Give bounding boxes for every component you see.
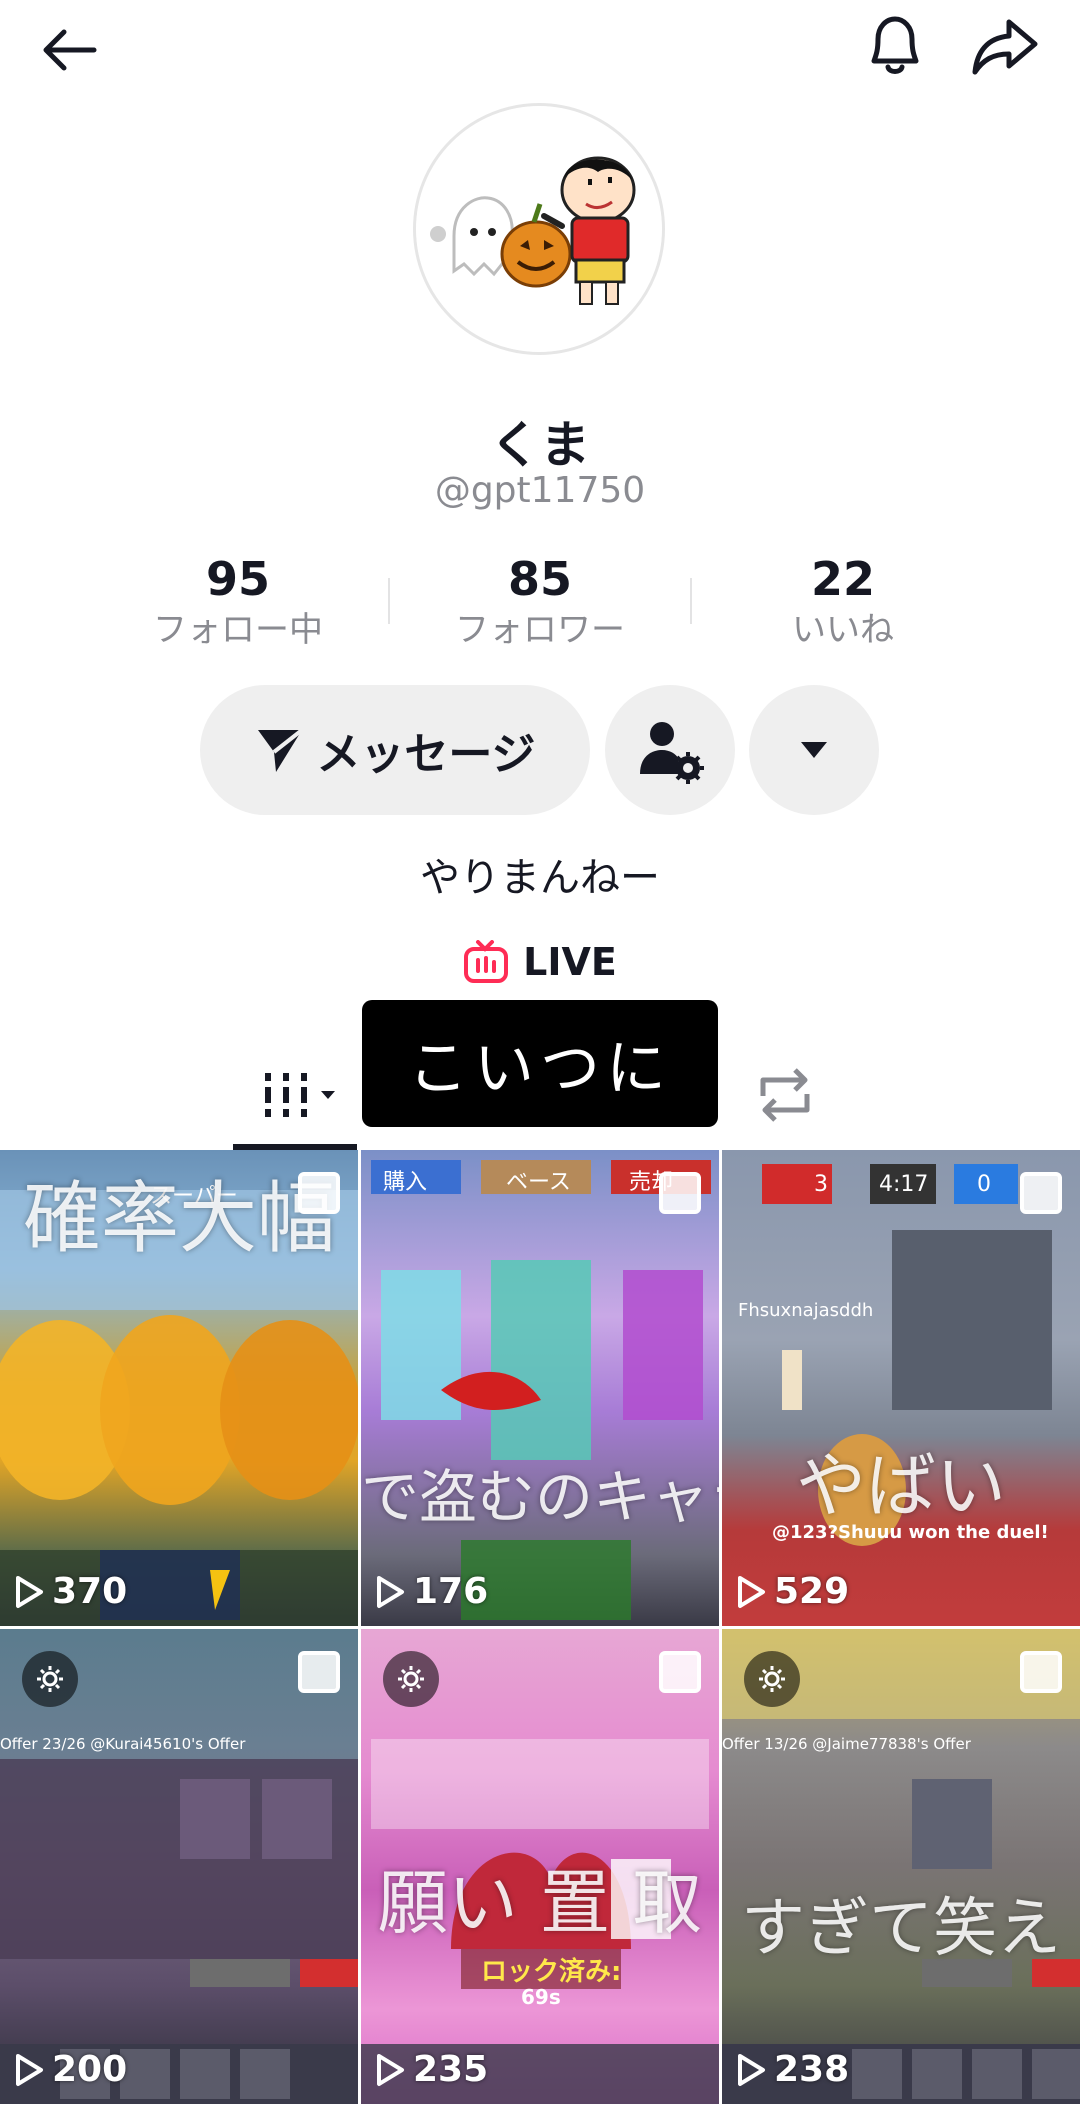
hud-score-blue: 0: [977, 1172, 991, 1197]
play-icon: [738, 1575, 765, 1608]
repost-icon: [760, 1068, 810, 1122]
play-count: 235: [375, 2049, 488, 2090]
play-count-value: 370: [52, 1571, 128, 1612]
settings-badge: [744, 1651, 800, 1707]
profile-stats: 95 フォロー中 85 フォロワー 22 いいね: [0, 550, 1080, 660]
likes-count: 22: [810, 552, 875, 606]
more-options-button[interactable]: [749, 685, 879, 815]
gear-icon: [398, 1666, 424, 1692]
bell-icon: [871, 16, 919, 74]
video-thumbnail[interactable]: 3 4:17 0 Fhsuxnajasddh @123?Shuuu won th…: [722, 1150, 1080, 1626]
caption-overlay: こいつに: [362, 1000, 718, 1127]
video-thumbnail[interactable]: スーパー 確率大幅 370: [0, 1150, 358, 1626]
video-caption: で盗むのキャラ: [361, 1463, 719, 1531]
hud-score-red: 3: [814, 1172, 828, 1197]
play-count-value: 529: [774, 1571, 850, 1612]
video-thumbnail[interactable]: Offer 23/26 @Kurai45610's Offer 200: [0, 1629, 358, 2104]
share-button[interactable]: [960, 6, 1050, 86]
following-label: フォロー中: [153, 610, 323, 650]
video-thumbnail[interactable]: ロック済み: 69s 願い 置 取 235: [361, 1629, 719, 2104]
play-count-value: 238: [774, 2049, 850, 2090]
settings-badge: [383, 1651, 439, 1707]
play-count: 370: [14, 1571, 127, 1612]
hud-timer: 69s: [521, 1985, 561, 2009]
grid-view-icon: [265, 1073, 335, 1117]
gear-icon: [37, 1666, 63, 1692]
play-count: 176: [375, 1571, 488, 1612]
follow-settings-button[interactable]: [605, 685, 735, 815]
profile-avatar[interactable]: [413, 103, 665, 355]
following-count: 95: [205, 552, 270, 606]
multi-photo-icon: [298, 1651, 340, 1693]
share-icon: [972, 19, 1038, 75]
top-bar: [0, 0, 1080, 100]
profile-handle: @gpt11750: [434, 470, 646, 511]
video-caption: すぎて笑え: [741, 1892, 1061, 1966]
content-tabs: こいつに: [0, 1000, 1080, 1150]
tab-reposts[interactable]: [745, 1060, 825, 1130]
video-thumbnail[interactable]: Offer 13/26 @Jaime77838's Offer すぎて笑え 23…: [722, 1629, 1080, 2104]
following-stat[interactable]: 95 フォロー中: [88, 550, 388, 652]
hud-lock: ロック済み:: [481, 1957, 622, 1987]
play-icon: [16, 2053, 43, 2086]
back-button[interactable]: [30, 10, 110, 90]
message-button-label: メッセージ: [316, 729, 536, 780]
chevron-down-icon: [801, 742, 827, 758]
play-count: 529: [736, 1571, 849, 1612]
tab-videos[interactable]: [255, 1060, 355, 1130]
likes-stat[interactable]: 22 いいね: [693, 550, 993, 652]
live-tv-icon: [464, 940, 509, 983]
play-icon: [377, 1575, 404, 1608]
play-count-value: 235: [413, 2049, 489, 2090]
video-caption: やばい: [796, 1445, 1006, 1527]
multi-photo-icon: [1020, 1651, 1062, 1693]
hud-tab: 購入: [383, 1170, 428, 1195]
stat-divider: [690, 578, 692, 624]
avatar-illustration: [416, 106, 662, 352]
profile-actions: メッセージ: [0, 685, 1080, 817]
hud-offer: Offer 23/26 @Kurai45610's Offer: [0, 1735, 246, 1753]
person-settings-icon: [640, 722, 704, 784]
live-label: LIVE: [523, 940, 617, 984]
gear-icon: [759, 1666, 785, 1692]
live-link[interactable]: LIVE: [0, 940, 1080, 984]
play-icon: [377, 2053, 404, 2086]
play-count-value: 200: [52, 2049, 128, 2090]
hud-player-name: Fhsuxnajasddh: [738, 1300, 874, 1321]
play-count-value: 176: [413, 1571, 489, 1612]
play-count: 238: [736, 2049, 849, 2090]
multi-photo-icon: [298, 1172, 340, 1214]
multi-photo-icon: [1020, 1172, 1062, 1214]
multi-photo-icon: [659, 1651, 701, 1693]
multi-photo-icon: [659, 1172, 701, 1214]
followers-label: フォロワー: [455, 610, 625, 650]
hud-timer: 4:17: [879, 1172, 929, 1197]
thumbnail-art: [371, 1160, 711, 1620]
play-icon: [16, 1575, 43, 1608]
hud-offer: Offer 13/26 @Jaime77838's Offer: [722, 1735, 971, 1753]
play-count: 200: [14, 2049, 127, 2090]
video-grid: スーパー 確率大幅 370 購入 ベース 売却 で盗むのキャラ 176: [0, 1150, 1080, 2104]
thumbnail-art: [762, 1164, 1052, 1546]
likes-label: いいね: [792, 610, 894, 650]
profile-name: くま: [490, 416, 590, 474]
back-arrow-icon: [43, 29, 97, 71]
followers-stat[interactable]: 85 フォロワー: [390, 550, 690, 652]
profile-bio: やりまんねー: [420, 855, 660, 901]
video-caption: 願い 置 取: [377, 1862, 703, 1944]
play-icon: [738, 2053, 765, 2086]
hud-tab: ベース: [506, 1170, 571, 1195]
notification-button[interactable]: [855, 6, 935, 86]
settings-badge: [22, 1651, 78, 1707]
followers-count: 85: [507, 552, 572, 606]
send-icon: [258, 728, 304, 772]
video-thumbnail[interactable]: 購入 ベース 売却 で盗むのキャラ 176: [361, 1150, 719, 1626]
message-button[interactable]: メッセージ: [200, 685, 590, 815]
